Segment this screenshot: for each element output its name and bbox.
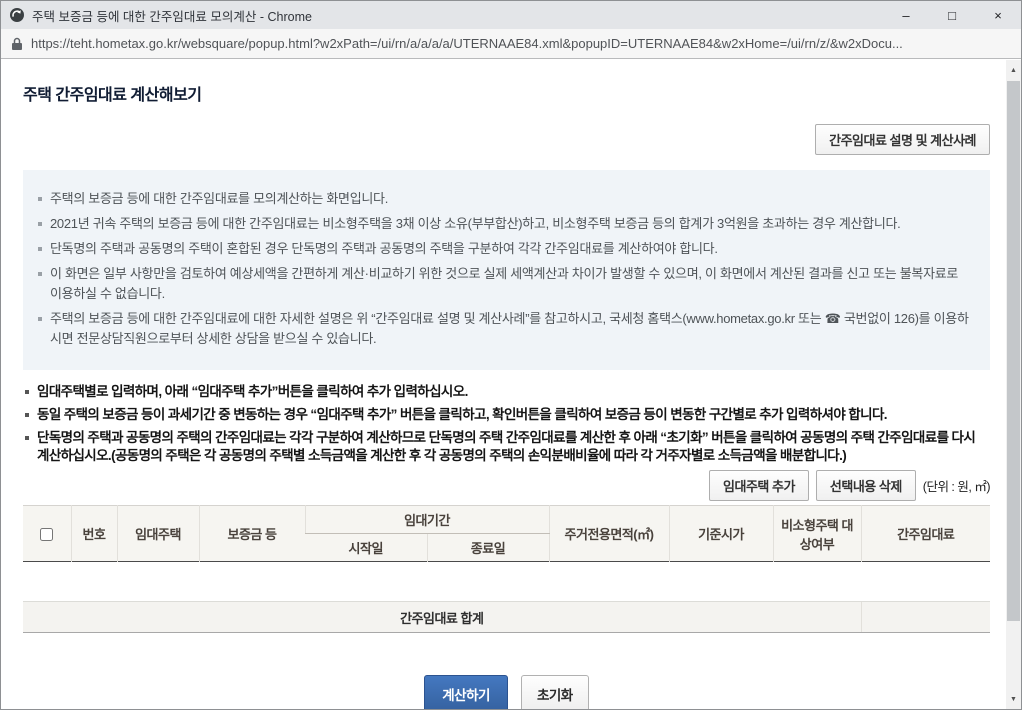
header-rental-house: 임대주택 [116,505,199,562]
header-area: 주거전용면적(㎡) [548,505,669,562]
vertical-scrollbar[interactable]: ▲ ▼ [1006,60,1021,709]
add-rental-house-button[interactable]: 임대주택 추가 [709,470,809,501]
sum-value [860,601,990,633]
instruction-note-list: 임대주택별로 입력하며, 아래 “임대주택 추가”버튼을 클릭하여 추가 입력하… [23,383,990,465]
header-end-date: 종료일 [426,533,549,562]
sum-label: 간주임대료 합계 [23,601,861,633]
header-deposit: 보증금 등 [198,505,305,562]
info-note: 주택의 보증금 등에 대한 간주임대료를 모의계산하는 화면입니다. [37,189,972,209]
table-sum-row: 간주임대료 합계 [23,601,990,633]
select-all-checkbox[interactable] [40,528,54,542]
unit-label: (단위 : 원, ㎡) [922,480,991,494]
info-note: 단독명의 주택과 공동명의 주택이 혼합된 경우 단독명의 주택과 공동명의 주… [37,239,972,259]
rental-house-table: 번호 임대주택 보증금 등 임대기간 주거전용면적(㎡) 기준시가 비소형주택 … [23,505,990,633]
header-non-small-house: 비소형주택 대상여부 [772,505,861,562]
header-start-date: 시작일 [305,533,427,562]
scrollbar-thumb[interactable] [1007,81,1020,621]
info-box: 주택의 보증금 등에 대한 간주임대료를 모의계산하는 화면입니다. 2021년… [23,170,990,370]
calculate-button[interactable]: 계산하기 [424,675,508,709]
maximize-button[interactable]: □ [929,1,975,29]
window-titlebar: 주택 보증금 등에 대한 간주임대료 모의계산 - Chrome – □ × [1,1,1021,29]
page-title: 주택 간주임대료 계산해보기 [23,87,202,104]
info-note: 주택의 보증금 등에 대한 간주임대료에 대한 자세한 설명은 위 “간주임대료… [37,309,972,349]
site-favicon-icon [10,8,24,22]
header-rental-period: 임대기간 [304,505,549,534]
minimize-button[interactable]: – [883,1,929,29]
address-bar[interactable]: https://teht.hometax.go.kr/websquare/pop… [1,29,1021,59]
url-text[interactable]: https://teht.hometax.go.kr/websquare/pop… [31,36,903,51]
header-deemed-rent: 간주임대료 [860,505,990,562]
page-content: 주택 간주임대료 계산해보기 간주임대료 설명 및 계산사례 주택의 보증금 등… [1,60,1006,709]
browser-popup-window: 주택 보증금 등에 대한 간주임대료 모의계산 - Chrome – □ × h… [0,0,1022,710]
info-note-list: 주택의 보증금 등에 대한 간주임대료를 모의계산하는 화면입니다. 2021년… [37,189,972,349]
scroll-up-icon[interactable]: ▲ [1006,62,1021,78]
table-empty-body [23,561,990,602]
header-select-cell [23,505,71,562]
instruction-note: 임대주택별로 입력하며, 아래 “임대주택 추가”버튼을 클릭하여 추가 입력하… [23,383,990,401]
close-button[interactable]: × [975,1,1021,29]
help-examples-button[interactable]: 간주임대료 설명 및 계산사례 [815,124,990,155]
info-note: 이 화면은 일부 사항만을 검토하여 예상세액을 간편하게 계산·비교하기 위한… [37,264,972,304]
window-title: 주택 보증금 등에 대한 간주임대료 모의계산 - Chrome [32,9,312,24]
header-standard-price: 기준시가 [668,505,773,562]
lock-icon [12,37,22,50]
scroll-down-icon[interactable]: ▼ [1006,691,1021,707]
delete-selected-button[interactable]: 선택내용 삭제 [815,470,916,501]
reset-button[interactable]: 초기화 [520,675,589,709]
instruction-note: 동일 주택의 보증금 등이 과세기간 중 변동하는 경우 “임대주택 추가” 버… [23,406,990,424]
info-note: 2021년 귀속 주택의 보증금 등에 대한 간주임대료는 비소형주택을 3채 … [37,214,972,234]
instruction-note: 단독명의 주택과 공동명의 주택의 간주임대료는 각각 구분하여 계산하므로 단… [23,429,990,465]
header-no: 번호 [70,505,117,562]
